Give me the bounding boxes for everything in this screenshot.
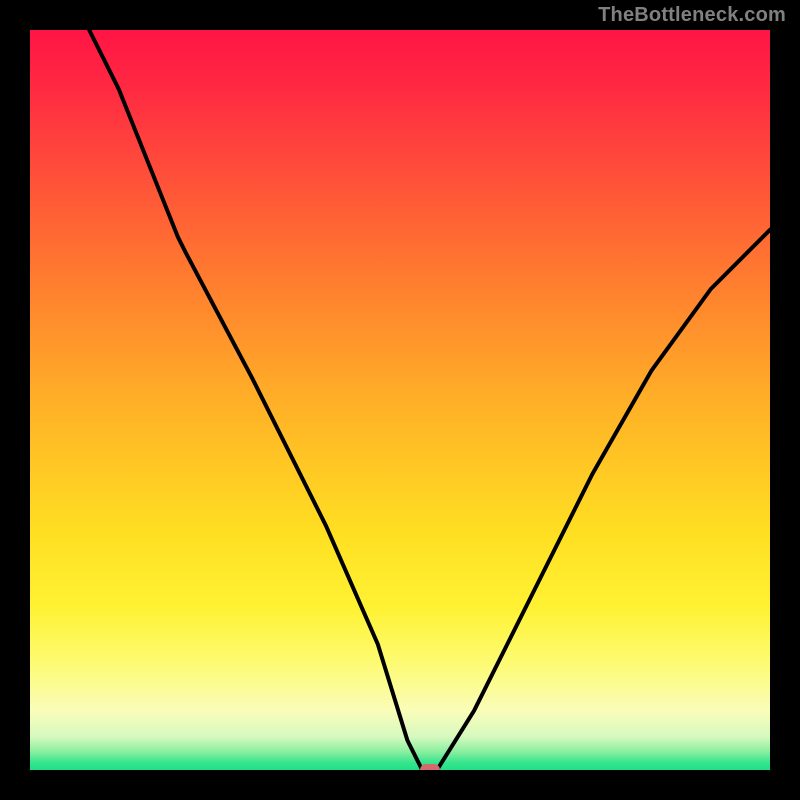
- curve-path: [89, 30, 770, 770]
- curve-svg: [30, 30, 770, 770]
- bottleneck-marker: [420, 764, 440, 770]
- watermark-text: TheBottleneck.com: [598, 4, 786, 27]
- plot-area: [30, 30, 770, 770]
- chart-stage: TheBottleneck.com: [0, 0, 800, 800]
